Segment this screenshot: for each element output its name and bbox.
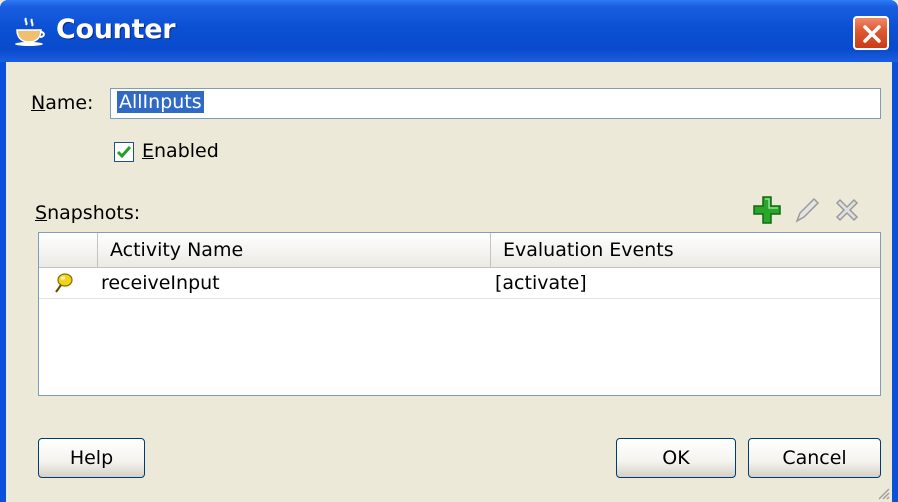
column-header-evaluation-events[interactable]: Evaluation Events	[491, 233, 880, 267]
delete-icon[interactable]	[832, 195, 862, 225]
coffee-cup-icon	[15, 17, 45, 46]
column-header-icon[interactable]	[39, 233, 98, 267]
add-icon[interactable]	[752, 195, 782, 225]
name-field[interactable]: AllInputs	[110, 88, 881, 119]
column-header-activity-name[interactable]: Activity Name	[98, 233, 491, 267]
title-bar[interactable]: Counter	[0, 0, 898, 62]
pushpin-icon	[55, 273, 73, 293]
activity-name-cell: receiveInput	[101, 272, 220, 294]
snapshots-table[interactable]: Activity Name Evaluation Events receiveI…	[38, 232, 881, 396]
ok-button[interactable]: OK	[616, 438, 736, 478]
name-label: Name:	[31, 92, 94, 114]
close-icon	[863, 25, 881, 43]
table-row[interactable]: receiveInput [activate]	[39, 268, 880, 299]
counter-dialog: Counter Name: AllInputs Enabled Snapshot…	[0, 0, 898, 502]
help-button[interactable]: Help	[38, 438, 145, 478]
dialog-body: Name: AllInputs Enabled Snapshots: Activ…	[6, 62, 892, 502]
close-button[interactable]	[853, 16, 889, 50]
checkmark-icon	[116, 146, 132, 159]
name-field-value: AllInputs	[117, 91, 204, 113]
enabled-checkbox[interactable]	[114, 142, 134, 162]
window-title: Counter	[56, 14, 176, 45]
resize-grip-icon[interactable]	[876, 486, 890, 500]
evaluation-events-cell: [activate]	[495, 272, 587, 294]
cancel-button[interactable]: Cancel	[748, 438, 881, 478]
edit-icon[interactable]	[792, 195, 822, 225]
table-header: Activity Name Evaluation Events	[39, 233, 880, 268]
snapshots-label: Snapshots:	[35, 202, 141, 224]
enabled-label: Enabled	[142, 140, 219, 162]
